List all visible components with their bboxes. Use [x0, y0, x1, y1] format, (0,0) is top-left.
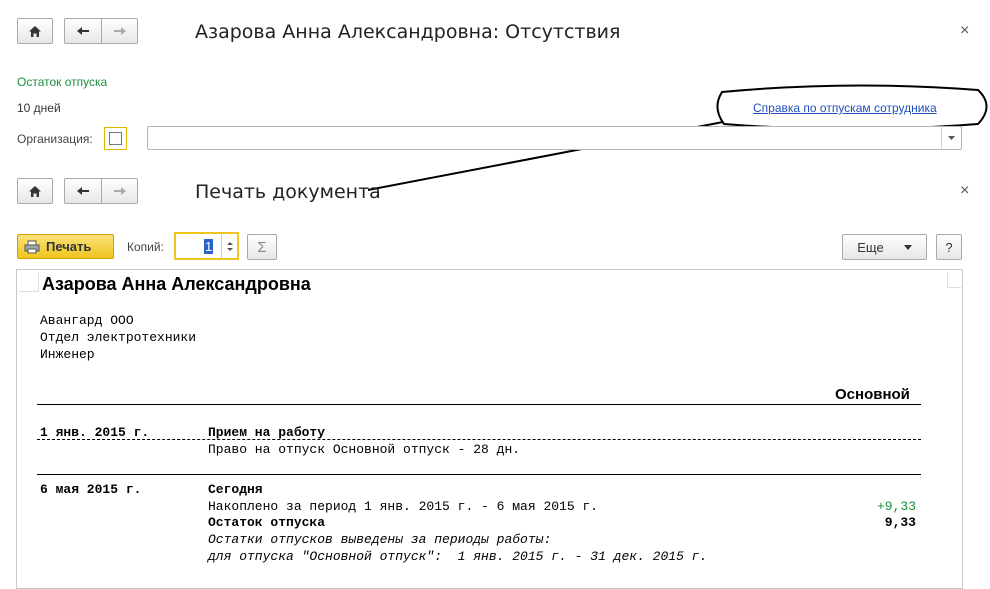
- header-divider: [37, 404, 921, 405]
- close-print-window-button[interactable]: ×: [960, 182, 969, 200]
- chevron-up-icon: [226, 241, 233, 245]
- print-history-nav: [64, 178, 138, 204]
- organization-checkbox[interactable]: [104, 127, 127, 150]
- company-name: Авангард ООО: [40, 313, 134, 328]
- help-button-label: ?: [945, 239, 953, 255]
- arrow-left-icon: [77, 187, 89, 195]
- organization-field[interactable]: [147, 126, 962, 150]
- help-button[interactable]: ?: [936, 234, 962, 260]
- column-header: Основной: [835, 386, 910, 403]
- print-button[interactable]: Печать: [17, 234, 114, 259]
- position-name: Инженер: [40, 347, 95, 362]
- print-back-button[interactable]: [64, 178, 101, 204]
- vacation-report-link[interactable]: Справка по отпускам сотрудника: [753, 101, 937, 115]
- accrued-value: +9,33: [876, 499, 916, 514]
- document-area[interactable]: Азарова Анна Александровна Авангард ООО …: [16, 269, 963, 589]
- arrow-right-icon: [113, 187, 126, 195]
- balance-value: 9,33: [884, 515, 916, 530]
- home-icon: [29, 185, 41, 197]
- copies-stepper[interactable]: [221, 234, 237, 258]
- chevron-down-icon: [903, 244, 912, 250]
- accrued-text: Накоплено за период 1 янв. 2015 г. - 6 м…: [208, 499, 599, 514]
- copies-input[interactable]: 1: [174, 232, 239, 260]
- balance-label: Остаток отпуска: [208, 515, 326, 530]
- vacation-days-value: 10 дней: [17, 101, 61, 115]
- forward-button[interactable]: [101, 18, 138, 44]
- entry-detail: Право на отпуск Основной отпуск - 28 дн.: [208, 442, 521, 457]
- entry-date: 6 мая 2015 г.: [40, 482, 142, 497]
- chevron-down-icon: [226, 247, 233, 251]
- department-name: Отдел электротехники: [40, 330, 197, 345]
- print-home-button[interactable]: [17, 178, 53, 204]
- back-button[interactable]: [64, 18, 101, 44]
- vacation-balance-link[interactable]: Остаток отпуска: [17, 75, 107, 89]
- more-button-label: Еще: [857, 239, 884, 255]
- organization-label: Организация:: [17, 132, 93, 146]
- doc-scroll-marker: [947, 272, 961, 288]
- employee-name: Азарова Анна Александровна: [42, 274, 311, 294]
- entry-dash-divider: [37, 439, 921, 440]
- close-window-button[interactable]: ×: [960, 22, 969, 40]
- entry-date: 1 янв. 2015 г.: [40, 425, 150, 440]
- arrow-right-icon: [113, 27, 126, 35]
- copies-label: Копий:: [127, 240, 164, 254]
- chevron-down-icon: [948, 136, 955, 140]
- sigma-icon: Σ: [257, 238, 267, 256]
- print-window-title: Печать документа: [195, 181, 381, 203]
- entry-event: Сегодня: [208, 482, 263, 497]
- home-icon: [29, 25, 41, 37]
- history-nav: [64, 18, 138, 44]
- copies-value: 1: [204, 239, 214, 254]
- window-title: Азарова Анна Александровна: Отсутствия: [195, 21, 621, 43]
- print-forward-button[interactable]: [101, 178, 138, 204]
- print-button-label: Печать: [46, 239, 92, 254]
- entry-divider: [37, 474, 921, 475]
- arrow-left-icon: [77, 27, 89, 35]
- balance-note-line2: для отпуска "Основной отпуск": 1 янв. 20…: [208, 549, 708, 564]
- printer-icon: [24, 240, 40, 253]
- more-button[interactable]: Еще: [842, 234, 927, 260]
- entry-event: Прием на работу: [208, 425, 326, 440]
- balance-note-line1: Остатки отпусков выведены за периоды раб…: [208, 532, 552, 547]
- organization-dropdown-button[interactable]: [941, 127, 961, 149]
- sum-button[interactable]: Σ: [247, 234, 277, 260]
- doc-corner-marker: [19, 272, 39, 292]
- home-button[interactable]: [17, 18, 53, 44]
